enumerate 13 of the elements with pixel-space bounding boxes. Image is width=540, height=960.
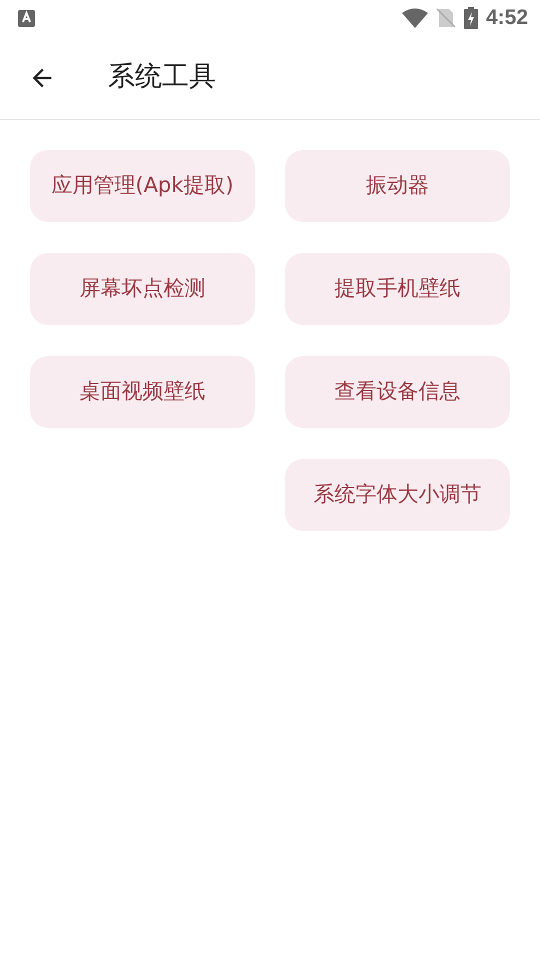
tool-button[interactable]: 屏幕坏点检测	[30, 253, 255, 325]
tool-button[interactable]: 系统字体大小调节	[285, 459, 510, 531]
tool-button[interactable]: 提取手机壁纸	[285, 253, 510, 325]
tool-button[interactable]: 桌面视频壁纸	[30, 356, 255, 428]
tool-button[interactable]: 应用管理(Apk提取)	[30, 150, 255, 222]
tool-button[interactable]: 振动器	[285, 150, 510, 222]
clock-time: 4:52	[486, 5, 528, 32]
tool-button[interactable]: 查看设备信息	[285, 356, 510, 428]
no-sim-icon	[436, 8, 456, 28]
wifi-icon	[402, 8, 428, 28]
keyboard-notification-icon	[18, 10, 35, 26]
screen-title: 系统工具	[108, 60, 216, 94]
battery-charging-icon	[464, 7, 478, 29]
